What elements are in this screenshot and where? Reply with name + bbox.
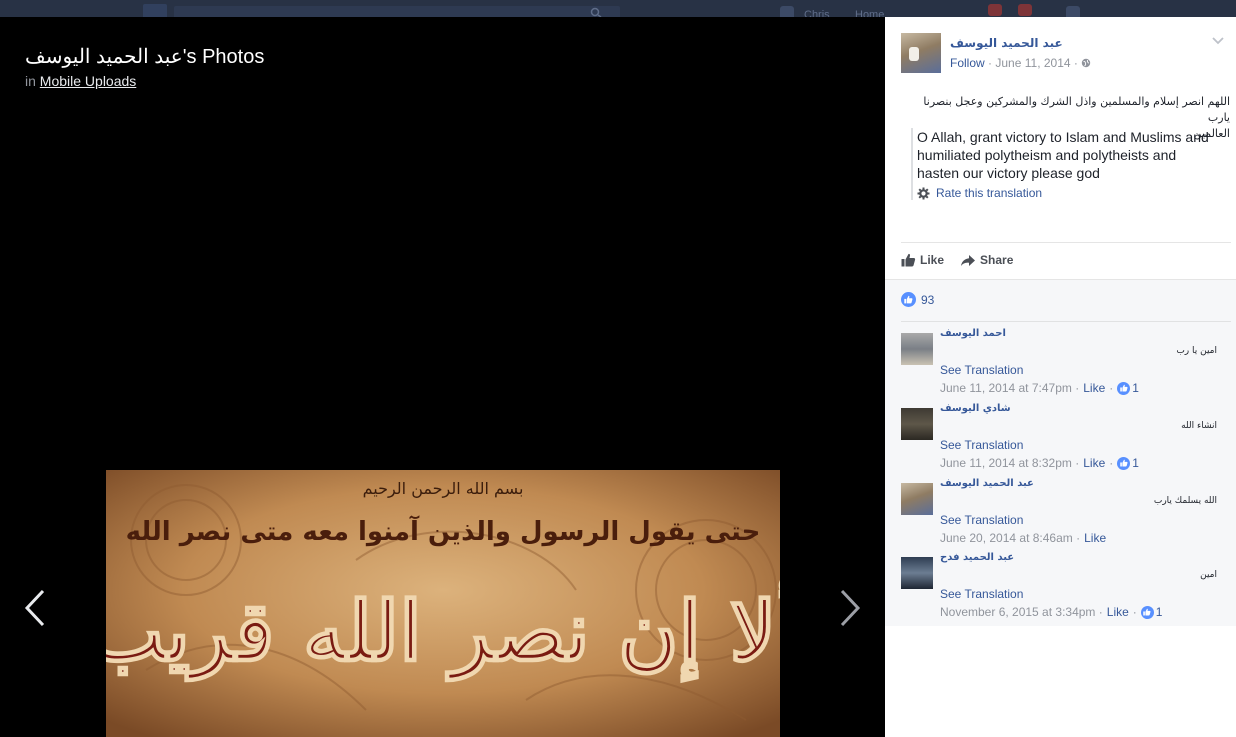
comment-meta: June 11, 2014 at 7:47pm · Like · 1 xyxy=(940,381,1139,395)
search-icon[interactable] xyxy=(590,7,602,17)
comment-like-count[interactable]: 1 xyxy=(1117,381,1139,395)
calligraphy-artwork: بسم الله الرحمن الرحيم حتى يقول الرسول و… xyxy=(106,470,780,737)
chevron-left-icon xyxy=(24,589,45,627)
commenter-avatar[interactable] xyxy=(901,557,933,589)
see-translation-link[interactable]: See Translation xyxy=(940,363,1023,377)
post-actions: Like Share xyxy=(901,253,1013,267)
search-input[interactable] xyxy=(174,6,620,17)
thumbs-up-icon xyxy=(901,253,916,267)
share-button[interactable]: Share xyxy=(960,253,1013,267)
post-text-line-1: اللهم انصر إسلام والمسلمين واذل الشرك وا… xyxy=(923,95,1230,124)
comment-text: امين xyxy=(1200,570,1217,580)
commenter-avatar[interactable] xyxy=(901,333,933,365)
globe-icon xyxy=(1082,58,1091,68)
comment-timestamp[interactable]: June 11, 2014 at 7:47pm xyxy=(940,381,1072,395)
next-photo-button[interactable] xyxy=(838,589,862,627)
comment-timestamp[interactable]: June 20, 2014 at 8:46am xyxy=(940,531,1073,545)
translation-text: O Allah, grant victory to Islam and Musl… xyxy=(917,129,1209,181)
commenter-name[interactable]: عبد الحميد اليوسف xyxy=(940,478,1034,489)
album-link[interactable]: Mobile Uploads xyxy=(40,73,137,89)
post-header xyxy=(901,33,941,73)
post-meta: Follow · June 11, 2014 · xyxy=(950,56,1091,70)
facebook-logo-icon[interactable] xyxy=(143,4,167,17)
comment-meta: June 11, 2014 at 8:32pm · Like · 1 xyxy=(940,456,1139,470)
post-panel: عبد الحميد اليوسف Follow · June 11, 2014… xyxy=(885,17,1236,737)
comment-like-number: 1 xyxy=(1155,605,1163,619)
likes-divider xyxy=(901,321,1231,322)
messages-icon[interactable] xyxy=(1018,4,1032,16)
author-avatar[interactable] xyxy=(901,33,941,73)
comment-meta: June 20, 2014 at 8:46am · Like xyxy=(940,531,1107,545)
comment-text: امين يا رب xyxy=(1176,346,1217,356)
comment-like-link[interactable]: Like xyxy=(1083,456,1105,470)
commenter-name[interactable]: عبد الحميد فدح xyxy=(940,552,1014,563)
like-button[interactable]: Like xyxy=(901,253,944,267)
album-subtitle: in Mobile Uploads xyxy=(25,73,136,89)
like-bubble-icon xyxy=(1117,381,1131,395)
like-bubble-icon xyxy=(1117,456,1131,470)
album-title: عبد الحميد اليوسف's Photos xyxy=(25,46,265,68)
basmala-text: بسم الله الرحمن الرحيم xyxy=(363,479,524,499)
like-bubble-icon xyxy=(1140,605,1154,619)
comment-text: انشاء الله xyxy=(1181,421,1217,431)
comment-timestamp[interactable]: June 11, 2014 at 8:32pm xyxy=(940,456,1072,470)
comment-like-link[interactable]: Like xyxy=(1084,531,1106,545)
commenter-name[interactable]: شادي اليوسف xyxy=(940,403,1011,414)
like-reaction-icon xyxy=(901,292,916,307)
comment-like-number: 1 xyxy=(1132,456,1139,470)
rate-translation-label: Rate this translation xyxy=(936,186,1043,200)
share-arrow-icon xyxy=(961,254,976,266)
comment-meta: November 6, 2015 at 3:34pm · Like · 1 xyxy=(940,605,1163,619)
meta-separator: · xyxy=(988,56,993,70)
comment-item: احمد اليوسف امين يا رب See Translation J… xyxy=(901,328,1221,398)
album-prefix: in xyxy=(25,73,36,89)
comment-like-count[interactable]: 1 xyxy=(1140,605,1163,619)
share-label: Share xyxy=(980,253,1014,267)
comments-section: 93 احمد اليوسف امين يا رب See Translatio… xyxy=(885,279,1236,626)
post-options-chevron-down-icon[interactable] xyxy=(1211,36,1225,46)
see-translation-link[interactable]: See Translation xyxy=(940,438,1023,452)
gear-icon xyxy=(917,187,930,199)
see-translation-link[interactable]: See Translation xyxy=(940,513,1023,527)
post-date[interactable]: June 11, 2014 xyxy=(995,56,1070,70)
comment-item: عبد الحميد فدح امين See Translation Nove… xyxy=(901,552,1221,622)
commenter-avatar[interactable] xyxy=(901,483,933,515)
notifications-icon[interactable] xyxy=(1066,6,1080,17)
friend-requests-icon[interactable] xyxy=(988,4,1002,16)
main-calligraphy-text: ألا إن نصر الله قريب xyxy=(106,576,780,682)
author-name[interactable]: عبد الحميد اليوسف xyxy=(950,36,1063,50)
comment-item: عبد الحميد اليوسف الله يسلمك يارب See Tr… xyxy=(901,478,1221,548)
previous-photo-button[interactable] xyxy=(23,589,47,627)
translation-block: O Allah, grant victory to Islam and Musl… xyxy=(911,128,1221,200)
comment-text: الله يسلمك يارب xyxy=(1153,496,1217,506)
commenter-name[interactable]: احمد اليوسف xyxy=(940,328,1006,339)
like-label: Like xyxy=(920,253,945,267)
see-translation-link[interactable]: See Translation xyxy=(940,587,1023,601)
top-nav-bar: Chris Home xyxy=(0,0,1236,21)
commenter-avatar[interactable] xyxy=(901,408,933,440)
like-count: 93 xyxy=(921,292,935,307)
reaction-summary[interactable]: 93 xyxy=(901,292,934,307)
follow-link[interactable]: Follow xyxy=(950,56,985,70)
comment-timestamp[interactable]: November 6, 2015 at 3:34pm xyxy=(940,605,1095,619)
chevron-right-icon xyxy=(840,589,861,627)
comment-item: شادي اليوسف انشاء الله See Translation J… xyxy=(901,403,1221,473)
comment-like-link[interactable]: Like xyxy=(1083,381,1105,395)
profile-avatar-icon[interactable] xyxy=(780,6,794,17)
photo-stage: عبد الحميد اليوسف's Photos in Mobile Upl… xyxy=(0,17,885,737)
comment-like-link[interactable]: Like xyxy=(1107,605,1129,619)
comment-like-count[interactable]: 1 xyxy=(1117,456,1139,470)
meta-separator-2: · xyxy=(1073,56,1078,70)
photo-image[interactable]: بسم الله الرحمن الرحيم حتى يقول الرسول و… xyxy=(106,470,780,737)
comment-like-number: 1 xyxy=(1132,381,1139,395)
rate-translation-link[interactable]: Rate this translation xyxy=(917,186,1221,200)
verse-text: حتى يقول الرسول والذين آمنوا معه متى نصر… xyxy=(126,515,761,547)
post-divider xyxy=(901,242,1231,243)
